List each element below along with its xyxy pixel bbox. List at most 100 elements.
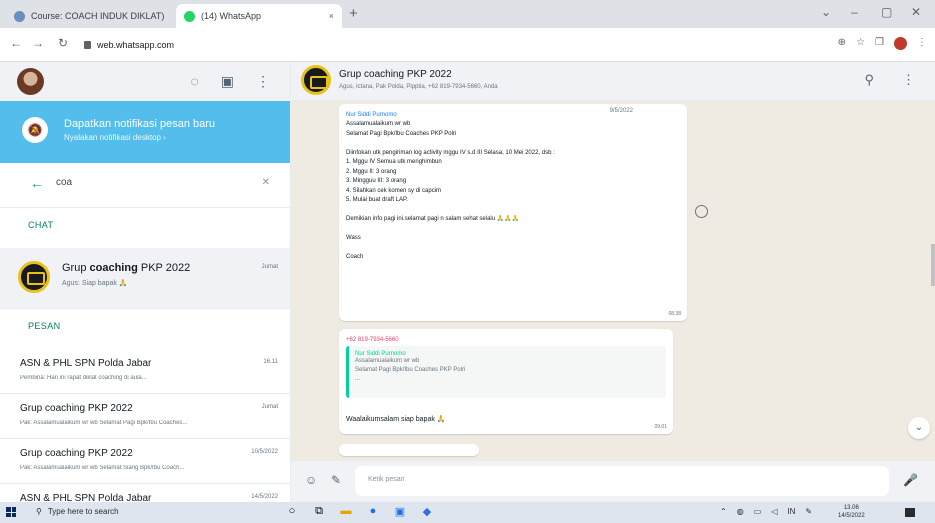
message-time: Jumat [261, 404, 278, 410]
forward-message-icon[interactable] [695, 205, 708, 218]
clock-date: 14/5/2022 [838, 513, 865, 519]
search-input[interactable]: coa [56, 177, 72, 188]
chat-time: Jumat [261, 264, 278, 270]
lock-icon [84, 41, 91, 49]
taskbar-search[interactable]: ⚲ Type here to search [36, 507, 119, 516]
scroll-down-icon[interactable]: ⌄ [908, 417, 930, 439]
message-time: 09.01 [654, 424, 667, 430]
whatsapp-favicon-icon [184, 10, 195, 22]
browser-tab-bar: Course: COACH INDUK DIKLAT) × (14) Whats… [0, 0, 935, 28]
browser-menu-icon[interactable]: ⋮ [917, 37, 927, 50]
browser-tab-whatsapp[interactable]: (14) WhatsApp × [176, 4, 342, 28]
message-result-item[interactable]: ASN & PHL SPN Polda Jabar 16.11 Pembina:… [0, 349, 290, 394]
conversation-pane: Grup coaching PKP 2022 Agus, Ictana, Pak… [291, 62, 935, 502]
message-sender: Nur Siddi Purnomo [346, 112, 397, 118]
message-time: 10/5/2022 [251, 449, 278, 455]
conversation-header[interactable]: Grup coaching PKP 2022 Agus, Ictana, Pak… [291, 62, 935, 101]
install-icon[interactable]: ⊕ [838, 37, 846, 50]
message-time: 16.11 [263, 359, 278, 365]
pen-icon[interactable]: ✎ [805, 507, 812, 516]
browser-tab-course[interactable]: Course: COACH INDUK DIKLAT) × [6, 4, 172, 28]
tab-title: Course: COACH INDUK DIKLAT) × [31, 11, 164, 21]
course-favicon-icon [14, 10, 25, 22]
message-bubble[interactable]: Nur Siddi Purnomo 9/5/2022 Assalamualaik… [339, 104, 687, 321]
battery-icon[interactable]: ▭ [754, 507, 762, 516]
status-icon[interactable]: ◌ [190, 73, 198, 90]
message-result-item[interactable]: Grup coaching PKP 2022 10/5/2022 Pak: As… [0, 439, 290, 484]
bell-off-icon: 🔕 [22, 117, 48, 143]
reload-icon[interactable]: ↻ [58, 36, 68, 50]
url-field[interactable]: web.whatsapp.com [84, 35, 784, 55]
network-icon[interactable]: ◍ [737, 507, 744, 516]
left-header-icons: ◌ ▣ ⋮ [190, 73, 270, 90]
group-avatar[interactable] [301, 65, 331, 95]
avatar[interactable] [17, 68, 44, 95]
tray-chevron-icon[interactable]: ⌃ [720, 507, 727, 516]
menu-icon[interactable]: ⋮ [256, 73, 270, 90]
close-tab-icon[interactable]: × [329, 11, 334, 21]
tab-title: (14) WhatsApp [201, 11, 262, 21]
message-chat-name: Grup coaching PKP 2022 [20, 448, 133, 459]
volume-icon[interactable]: ◁ [771, 507, 777, 516]
attach-icon[interactable]: ✎ [331, 473, 341, 487]
message-chat-name: Grup coaching PKP 2022 [20, 403, 133, 414]
message-input[interactable]: Ketik pesan [355, 466, 889, 496]
forward-icon[interactable]: → [32, 36, 44, 50]
file-explorer-icon[interactable]: ▬ [338, 505, 354, 518]
notification-title: Dapatkan notifikasi pesan baru [64, 118, 216, 130]
system-tray: ⌃ ◍ ▭ ◁ IN ✎ [720, 507, 812, 516]
chat-list-pane: ◌ ▣ ⋮ 🔕 Dapatkan notifikasi pesan baru N… [0, 62, 291, 502]
cortana-icon[interactable]: ○ [284, 505, 300, 518]
bookmark-star-icon[interactable]: ☆ [856, 37, 865, 50]
message-text: Waalaikumsalam siap bapak 🙏 [346, 416, 446, 423]
message-chat-name: ASN & PHL SPN Polda Jabar [20, 358, 152, 369]
notification-subtitle[interactable]: Nyalakan notifikasi desktop › [64, 133, 166, 142]
chat-name: Grup coaching PKP 2022 [62, 262, 191, 274]
microphone-icon[interactable]: 🎤 [903, 473, 918, 487]
new-chat-icon[interactable]: ▣ [221, 73, 234, 90]
message-chat-name: ASN & PHL SPN Polda Jabar [20, 493, 152, 502]
search-bar: ← coa ✕ [0, 163, 290, 208]
minimize-icon[interactable]: – [851, 5, 858, 19]
chrome-icon[interactable]: ● [365, 505, 381, 518]
screen: Course: COACH INDUK DIKLAT) × (14) Whats… [0, 0, 935, 523]
task-view-icon[interactable]: ⧉ [311, 505, 327, 518]
taskbar-clock[interactable]: 13.06 14/5/2022 [838, 504, 865, 520]
notification-banner[interactable]: 🔕 Dapatkan notifikasi pesan baru Nyalaka… [0, 101, 290, 163]
section-label: PESAN [28, 321, 61, 331]
quoted-line: Selamat Pagi Bpk/Ibu Coaches PKP Polri [355, 367, 466, 373]
new-tab-icon[interactable]: + [349, 5, 358, 22]
edge-icon[interactable]: ◆ [419, 505, 435, 518]
emoji-icon[interactable]: ☺ [305, 473, 317, 487]
message-body: Assalamualaikum wr wb Selamat Pagi Bpk/I… [346, 121, 555, 260]
back-icon[interactable]: ← [10, 36, 22, 50]
reading-list-icon[interactable]: ❐ [875, 37, 884, 50]
message-bubble[interactable]: +62 819-7934-5660 Nur Siddi Purnomo Assa… [339, 329, 673, 434]
quoted-line: Assalamualaikum wr wb [355, 358, 420, 364]
maximize-icon[interactable]: ▢ [881, 5, 892, 19]
profile-avatar-icon[interactable] [894, 37, 907, 50]
scrollbar[interactable] [931, 244, 935, 286]
menu-icon[interactable]: ⋮ [902, 72, 915, 88]
chat-preview: Agus: Siap bapak 🙏 [62, 280, 128, 287]
close-window-icon[interactable]: ✕ [911, 5, 921, 19]
url-text: web.whatsapp.com [97, 40, 175, 50]
store-icon[interactable]: ▣ [392, 505, 408, 518]
search-icon[interactable]: ⚲ [864, 72, 874, 88]
windows-start-icon[interactable] [6, 507, 16, 517]
clear-search-icon[interactable]: ✕ [262, 177, 270, 188]
quoted-line: ... [355, 376, 361, 382]
notifications-icon[interactable] [905, 508, 915, 517]
language-icon[interactable]: IN [787, 507, 795, 516]
message-sender: +62 819-7934-5660 [346, 337, 399, 343]
message-result-item[interactable]: ASN & PHL SPN Polda Jabar 14/5/2022 [0, 484, 290, 502]
composer: ☺ ✎ Ketik pesan 🎤 [291, 461, 935, 502]
tab-search-icon[interactable]: ⌄ [821, 5, 831, 19]
back-arrow-icon[interactable]: ← [30, 175, 44, 191]
chat-result-item[interactable]: Grup coaching PKP 2022 Jumat Agus: Siap … [0, 248, 290, 309]
taskbar: ⚲ Type here to search ○ ⧉ ▬ ● ▣ ◆ ⌃ ◍ ▭ … [0, 502, 935, 523]
message-result-item[interactable]: Grup coaching PKP 2022 Jumat Pak: Assala… [0, 394, 290, 439]
message-bubble-partial[interactable] [339, 444, 479, 456]
quoted-message[interactable]: Nur Siddi Purnomo Assalamualaikum wr wb … [346, 346, 666, 398]
message-input-placeholder: Ketik pesan [368, 476, 405, 483]
